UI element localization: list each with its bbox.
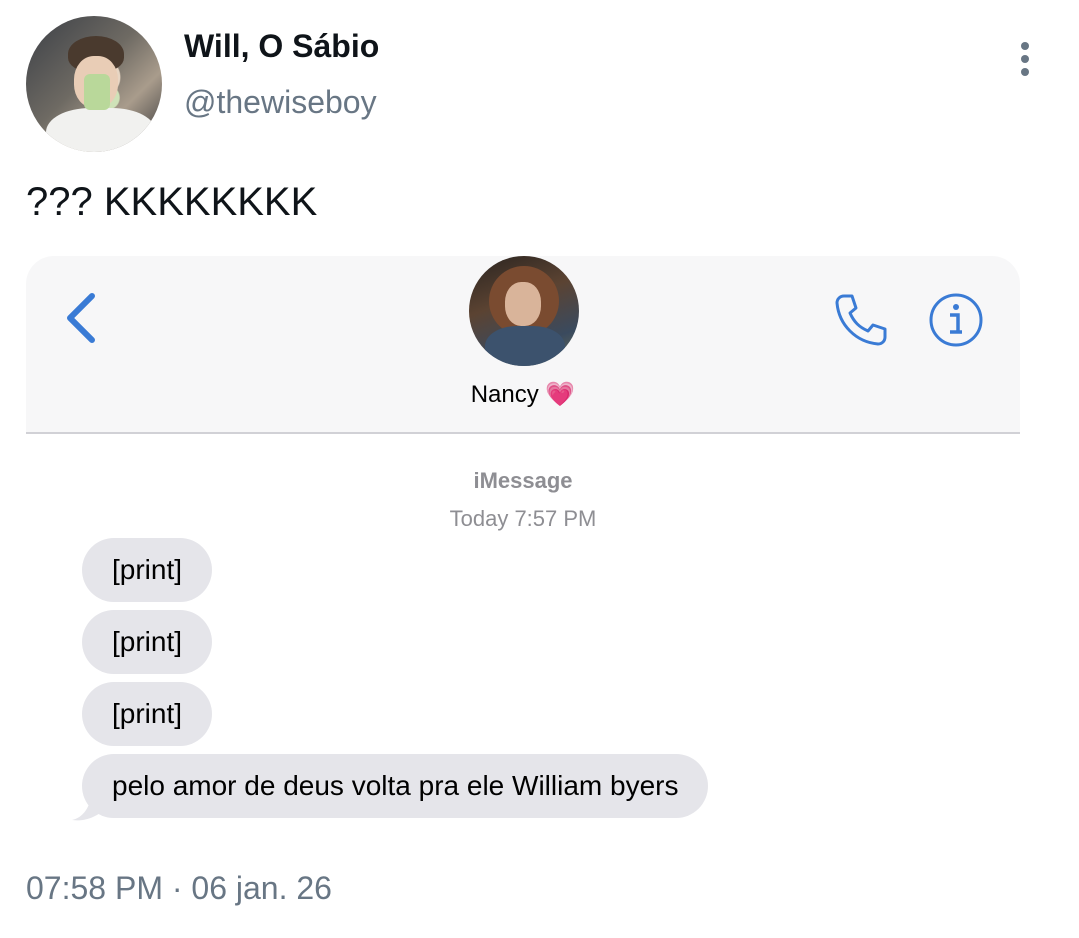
message-timestamp: Today 7:57 PM (449, 506, 597, 531)
author-avatar[interactable] (26, 16, 162, 152)
tweet-text: ??? KKKKKKKK (26, 180, 318, 224)
message-bubble: pelo amor de deus volta pra ele William … (82, 754, 709, 818)
contact-name-text: Nancy (470, 381, 539, 408)
author-display-name[interactable]: Will, O Sábio (184, 28, 379, 65)
contact-name: Nancy 💗 (26, 380, 1020, 409)
message-bubble: [print] (82, 682, 213, 746)
author-handle[interactable]: @thewiseboy (184, 84, 377, 121)
message-bubble: [print] (82, 538, 213, 602)
more-options-icon[interactable] (1010, 42, 1040, 82)
back-chevron-icon (67, 293, 95, 343)
message-header: Nancy 💗 (26, 256, 1020, 434)
tweet-timestamp[interactable]: 07:58 PM · 06 jan. 26 (26, 870, 332, 907)
message-screenshot[interactable]: Nancy 💗 iMessage Today 7:57 PM [print] [… (26, 256, 1020, 836)
info-icon (929, 293, 983, 347)
message-bubble: [print] (82, 610, 213, 674)
phone-icon (835, 294, 887, 346)
service-label: iMessage (473, 468, 573, 493)
contact-avatar (469, 256, 579, 366)
heart-emoji-icon: 💗 (545, 381, 576, 408)
